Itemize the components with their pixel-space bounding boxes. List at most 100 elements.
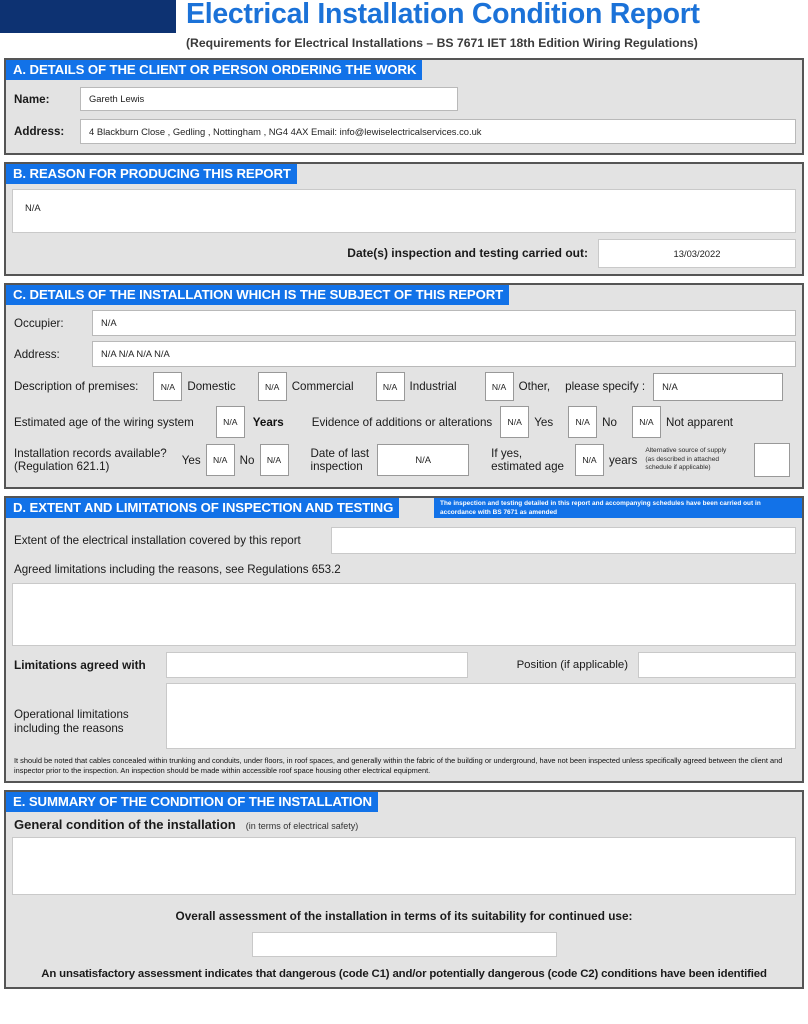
inspection-date-label: Date(s) inspection and testing carried o… [347, 246, 588, 260]
last-inspection-field[interactable]: N/A [377, 444, 470, 476]
section-c-heading: C. DETAILS OF THE INSTALLATION WHICH IS … [6, 285, 510, 305]
installation-address-value: N/A N/A N/A N/A [101, 348, 170, 360]
client-address-label: Address: [14, 125, 65, 138]
section-b-heading: B. REASON FOR PRODUCING THIS REPORT [6, 164, 297, 184]
overall-assessment-row [6, 923, 802, 958]
section-b: B. REASON FOR PRODUCING THIS REPORT N/A … [4, 162, 804, 276]
operational-limitations-field[interactable] [166, 683, 796, 749]
alternative-supply-label: Alternative source of supply (as describ… [645, 447, 749, 472]
if-yes-estimated-age-label: If yes, estimated age [491, 447, 564, 473]
premises-commercial-value: N/A [265, 381, 280, 392]
agreed-limitations-field[interactable] [12, 583, 796, 646]
alterations-not-apparent-checkbox[interactable]: N/A [631, 406, 661, 438]
if-yes-estimated-age-units: years [609, 453, 638, 467]
limitations-agreed-with-field[interactable] [166, 652, 468, 678]
section-b-body: N/A Date(s) inspection and testing carri… [6, 184, 802, 274]
alterations-yes-checkbox[interactable]: N/A [500, 406, 530, 438]
last-inspection-label: Date of last inspection [311, 447, 370, 473]
records-no-checkbox[interactable]: N/A [259, 444, 289, 476]
premises-industrial-label: Industrial [409, 380, 457, 393]
client-address-value: 4 Blackburn Close , Gedling , Nottingham… [89, 125, 482, 137]
section-b-header-filler [296, 164, 802, 184]
title-wrapper: Electrical Installation Condition Report… [186, 0, 802, 50]
reason-field[interactable]: N/A [12, 189, 796, 233]
records-yes-checkbox[interactable]: N/A [205, 444, 235, 476]
premises-industrial-value: N/A [382, 381, 398, 392]
general-condition-label: General condition of the installation [14, 817, 236, 833]
operational-limitations-label: Operational limitations including the re… [14, 683, 166, 749]
premises-domestic-label: Domestic [187, 380, 236, 393]
premises-other-checkbox[interactable]: N/A [484, 372, 514, 401]
alterations-no-value: N/A [575, 417, 590, 427]
if-yes-estimated-age-value: N/A [582, 455, 597, 465]
records-yes-label: Yes [181, 453, 201, 467]
section-e-header-filler [377, 792, 802, 813]
section-c-header-filler [509, 285, 802, 305]
premises-specify-label: please specify : [565, 380, 646, 393]
wiring-age-field[interactable]: N/A [215, 406, 245, 438]
client-name-label: Name: [14, 92, 50, 106]
last-inspection-value: N/A [415, 454, 431, 466]
premises-domestic-value: N/A [160, 381, 176, 392]
installation-records-row: Installation records available? (Regulat… [6, 443, 802, 477]
last-inspection-label-line2: inspection [310, 460, 363, 473]
section-d-header-filler [399, 498, 434, 518]
section-b-header: B. REASON FOR PRODUCING THIS REPORT [6, 164, 802, 184]
alternative-supply-label-line1: Alternative source of supply [645, 447, 727, 455]
operational-limitations-row: Operational limitations including the re… [6, 683, 802, 749]
records-no-label: No [239, 453, 255, 467]
installation-address-field[interactable]: N/A N/A N/A N/A [92, 341, 796, 367]
installation-records-label: Installation records available? (Regulat… [14, 447, 167, 473]
section-d-header: D. EXTENT AND LIMITATIONS OF INSPECTION … [6, 498, 802, 518]
general-condition-field[interactable] [12, 837, 796, 896]
premises-industrial-checkbox[interactable]: N/A [375, 372, 405, 401]
premises-domestic-checkbox[interactable]: N/A [153, 372, 183, 401]
extent-label: Extent of the electrical installation co… [14, 534, 301, 547]
if-yes-estimated-age-field[interactable]: N/A [575, 444, 604, 476]
limitations-agreed-with-label: Limitations agreed with [14, 658, 146, 672]
alterations-no-checkbox[interactable]: N/A [568, 406, 598, 438]
wiring-age-label: Estimated age of the wiring system [14, 415, 194, 429]
general-condition-row: General condition of the installation (i… [6, 812, 802, 832]
position-field[interactable] [638, 652, 796, 678]
records-yes-value: N/A [213, 455, 228, 465]
section-c-header: C. DETAILS OF THE INSTALLATION WHICH IS … [6, 285, 802, 305]
client-name-row: Name: Gareth Lewis [6, 87, 802, 111]
client-address-field[interactable]: 4 Blackburn Close , Gedling , Nottingham… [80, 119, 796, 144]
installation-address-row: Address: N/A N/A N/A N/A [6, 341, 802, 367]
section-e: E. SUMMARY OF THE CONDITION OF THE INSTA… [4, 790, 804, 990]
section-d: D. EXTENT AND LIMITATIONS OF INSPECTION … [4, 496, 804, 784]
document-header: Electrical Installation Condition Report… [0, 0, 808, 58]
overall-assessment-field[interactable] [251, 932, 557, 958]
premises-commercial-checkbox[interactable]: N/A [257, 372, 287, 401]
wiring-age-value: N/A [223, 417, 238, 427]
section-d-note: The inspection and testing detailed in t… [434, 498, 802, 518]
premises-specify-field[interactable]: N/A [653, 372, 784, 401]
alternative-supply-checkbox[interactable] [754, 443, 791, 477]
section-a-header: A. DETAILS OF THE CLIENT OR PERSON ORDER… [6, 60, 802, 80]
extent-field[interactable] [331, 527, 796, 554]
company-logo-block [0, 0, 176, 33]
inspection-date-field[interactable]: 13/03/2022 [598, 239, 796, 268]
section-e-heading: E. SUMMARY OF THE CONDITION OF THE INSTA… [6, 792, 378, 813]
wiring-age-units: Years [252, 415, 284, 429]
alterations-not-apparent-value: N/A [639, 417, 654, 427]
section-c: C. DETAILS OF THE INSTALLATION WHICH IS … [4, 283, 804, 489]
section-d-heading: D. EXTENT AND LIMITATIONS OF INSPECTION … [6, 498, 400, 518]
inspection-date-row: Date(s) inspection and testing carried o… [12, 239, 796, 268]
client-name-field[interactable]: Gareth Lewis [80, 87, 458, 111]
section-a-heading: A. DETAILS OF THE CLIENT OR PERSON ORDER… [6, 60, 423, 80]
extent-row: Extent of the electrical installation co… [6, 518, 802, 554]
installation-records-label-line1: Installation records available? [14, 447, 167, 460]
inspection-date-value: 13/03/2022 [673, 247, 721, 259]
client-name-value: Gareth Lewis [89, 93, 145, 105]
position-label: Position (if applicable) [516, 659, 628, 671]
premises-commercial-label: Commercial [291, 380, 354, 393]
installation-records-label-line2: (Regulation 621.1) [14, 460, 110, 473]
premises-other-value: N/A [491, 381, 507, 392]
occupier-field[interactable]: N/A [92, 310, 796, 336]
operational-limitations-label-line2: including the reasons [14, 722, 124, 735]
alterations-label: Evidence of additions or alterations [311, 415, 493, 429]
